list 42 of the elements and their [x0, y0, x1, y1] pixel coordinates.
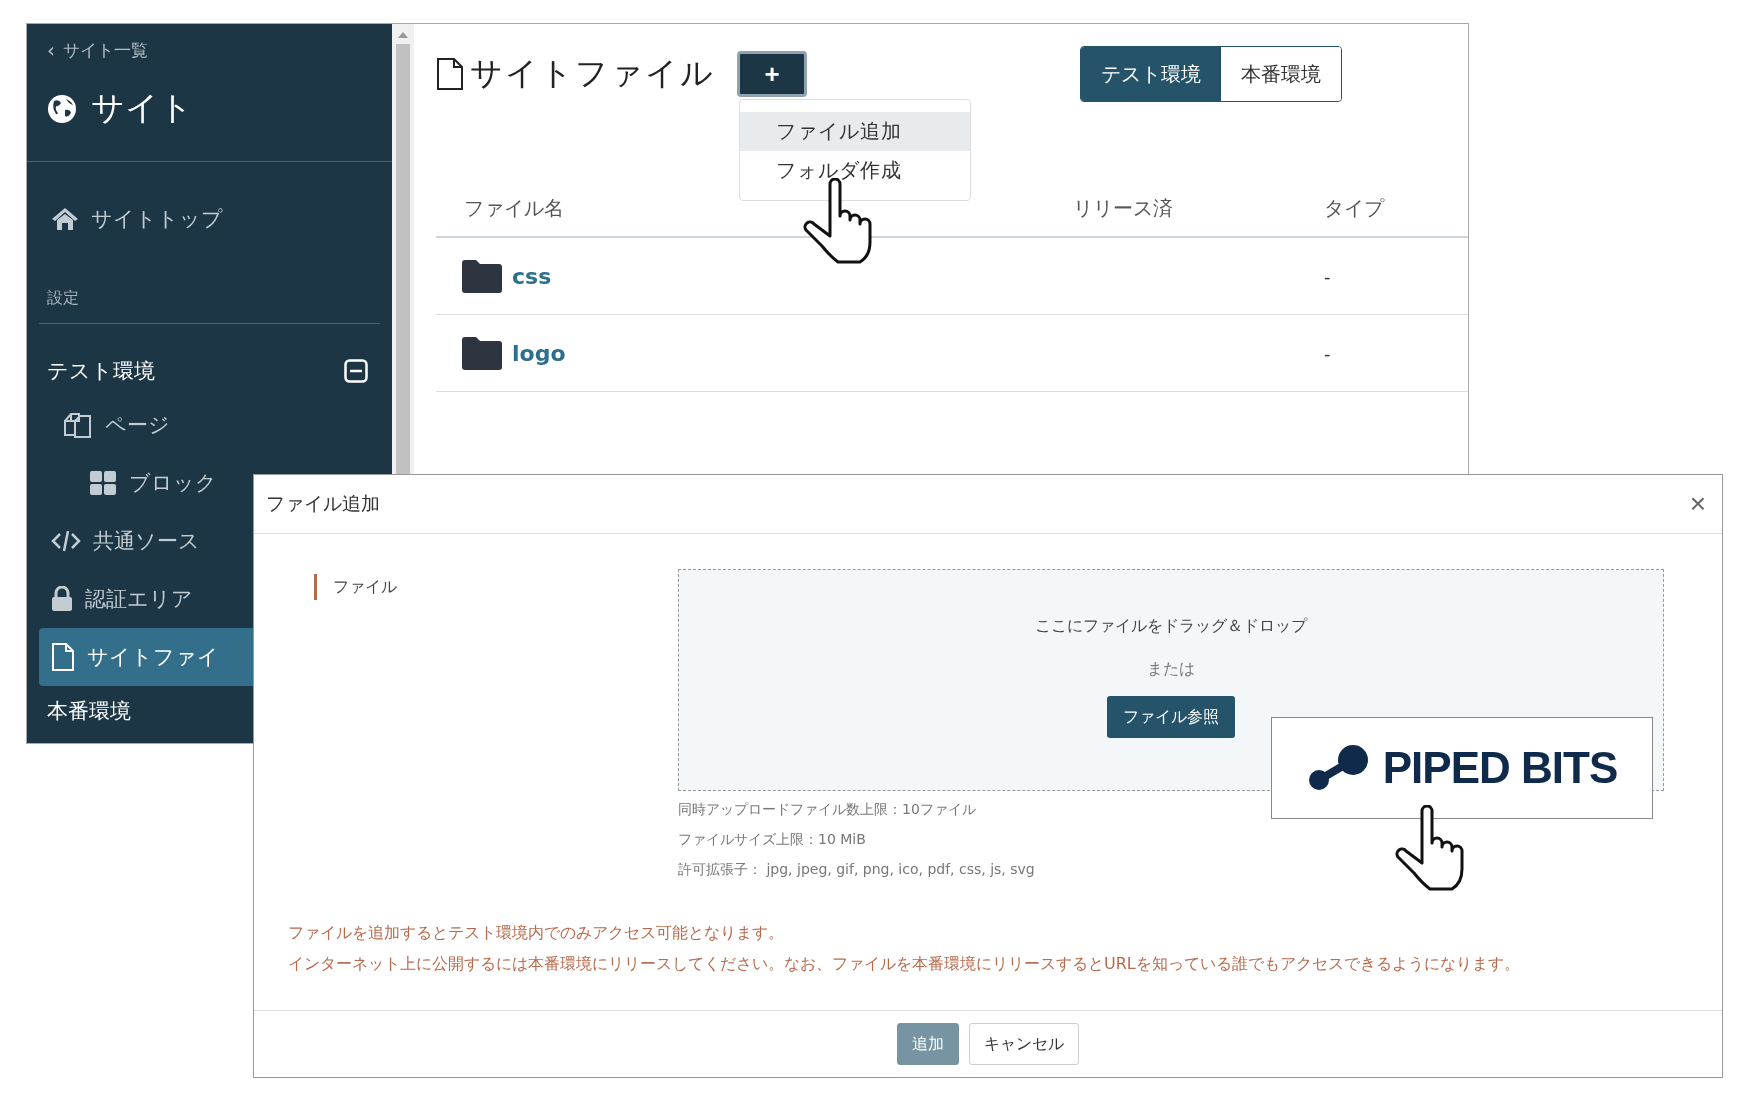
table-cell: - — [1324, 238, 1468, 315]
folder-icon — [462, 336, 502, 370]
drop-prompt: ここにファイルをドラッグ＆ドロップ — [1035, 616, 1307, 637]
site-title: サイト — [91, 87, 193, 129]
file-name-link[interactable]: css — [512, 263, 552, 289]
document-icon — [436, 57, 464, 91]
section-label: 設定 — [47, 288, 80, 309]
limit-text: ファイルサイズ上限：10 MiB — [678, 831, 867, 849]
nav-item[interactable]: ページ — [39, 396, 380, 454]
menu-item[interactable]: ファイル追加 — [740, 112, 970, 151]
table-cell: - — [1324, 315, 1468, 392]
column-header: リリース済 — [1073, 195, 1324, 238]
or-text: または — [1147, 659, 1195, 680]
document-icon — [51, 642, 75, 672]
group-label: テスト環境 — [47, 358, 155, 385]
notice-text: インターネット上に公開するには本番環境にリリースしてください。なお、ファイルを本番環境にリリースするとURLを知っている誰でもアクセスできるようになります。 — [288, 954, 1521, 975]
add-button[interactable]: + — [737, 51, 807, 97]
browse-button[interactable]: ファイル参照 — [1107, 696, 1235, 738]
cancel-button[interactable]: キャンセル — [969, 1023, 1079, 1065]
collapse-icon[interactable] — [344, 359, 368, 383]
scroll-up-icon[interactable] — [397, 30, 409, 40]
page-title: サイトファイル — [470, 53, 715, 94]
limit-text: 同時アップロードファイル数上限：10ファイル — [678, 801, 977, 819]
lock-icon — [51, 586, 73, 612]
column-header: タイプ — [1324, 195, 1468, 238]
group-label: 本番環境 — [47, 698, 131, 725]
globe-icon — [47, 93, 77, 124]
grid-icon — [89, 470, 117, 496]
nav-item[interactable]: サイトトップ — [39, 190, 380, 248]
logo-text: PIPED BITS — [1382, 743, 1618, 793]
back-link[interactable]: ‹ サイト一覧 — [47, 38, 392, 62]
code-icon — [51, 529, 81, 553]
environment-tab[interactable]: テスト環境 — [1081, 47, 1221, 101]
folder-icon — [462, 259, 502, 293]
logo-mark-icon — [1306, 744, 1369, 792]
limit-text: 許可拡張子： jpg, jpeg, gif, png, ico, pdf, css, js, svg — [678, 861, 1036, 879]
notice-text: ファイルを追加するとテスト環境内でのみアクセス可能となります。 — [288, 923, 785, 944]
close-button[interactable]: × — [1685, 488, 1710, 520]
menu-item[interactable]: フォルダ作成 — [740, 151, 970, 190]
pages-icon — [63, 411, 93, 439]
file-name-link[interactable]: logo — [512, 340, 566, 366]
house-icon — [51, 207, 79, 231]
